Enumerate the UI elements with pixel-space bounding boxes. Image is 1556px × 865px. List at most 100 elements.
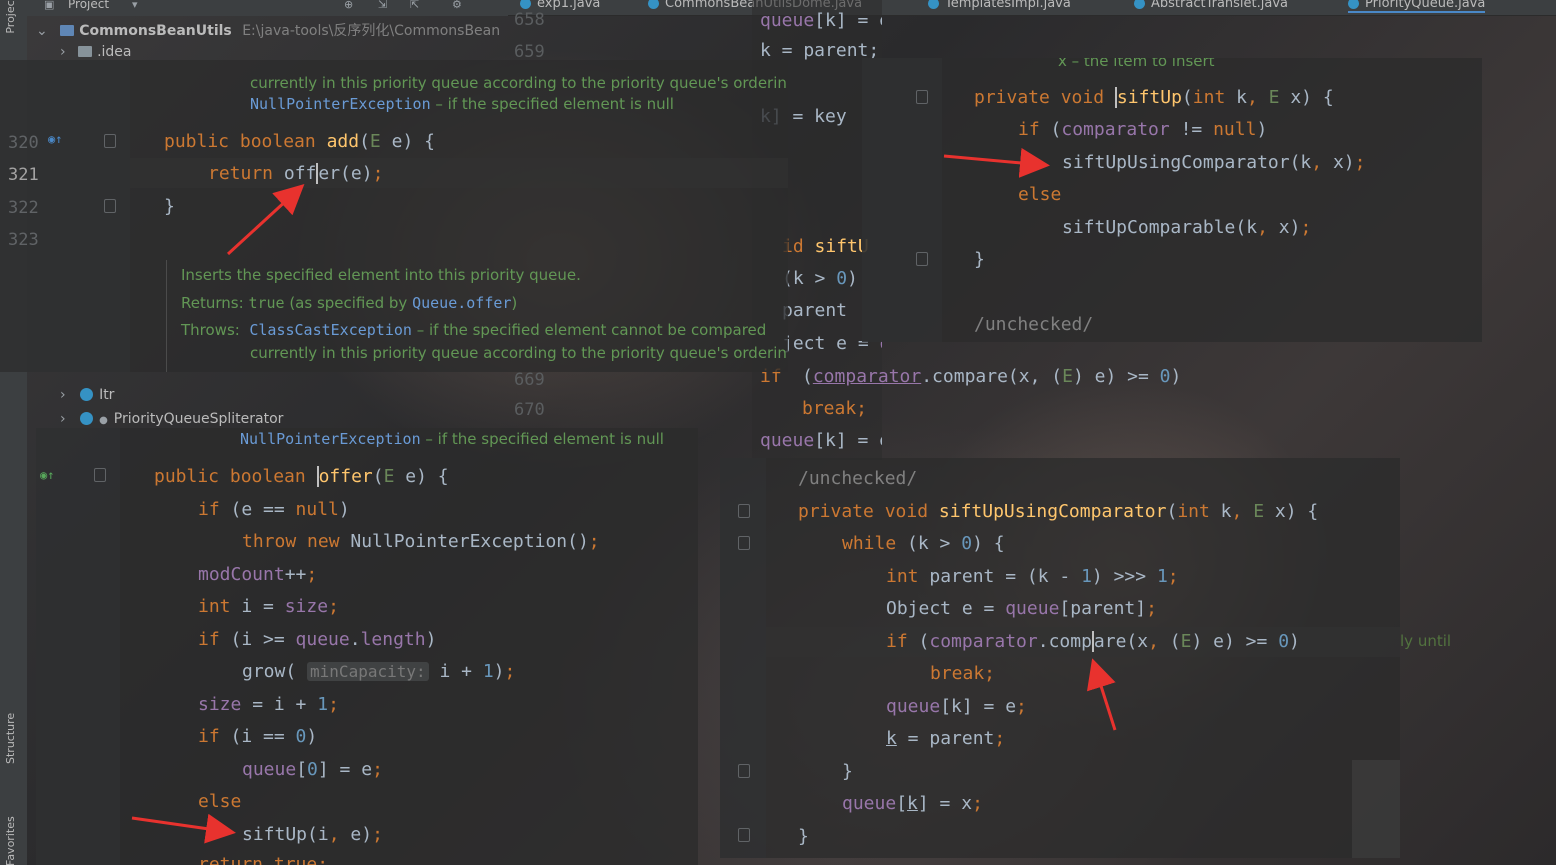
fold-icon[interactable]: [738, 504, 750, 518]
fold-icon[interactable]: [916, 90, 928, 104]
line-number: 669: [514, 370, 545, 390]
code-line: throw new NullPointerException();: [242, 531, 600, 552]
fold-icon[interactable]: [738, 764, 750, 778]
editor-gutter: [36, 428, 120, 865]
collapse-all-icon[interactable]: ⇱: [410, 0, 419, 11]
project-tool-label[interactable]: Project: [4, 0, 17, 34]
tree-row-itr[interactable]: › Itr: [60, 387, 114, 403]
chevron-down-icon[interactable]: ▾: [132, 0, 138, 11]
code-line: }: [842, 761, 853, 782]
module-folder-icon: [60, 25, 75, 36]
structure-tool-label[interactable]: Structure: [4, 702, 17, 764]
favorites-tool-label[interactable]: Favorites: [4, 806, 17, 865]
fold-icon[interactable]: [916, 252, 928, 266]
chevron-right-icon[interactable]: ›: [60, 411, 66, 427]
line-number: 323: [8, 230, 39, 250]
tab-templatesimpl[interactable]: TemplatesImpl.java: [928, 0, 1071, 11]
editor-panel-siftup[interactable]: x – the item to insert private void sift…: [862, 58, 1482, 342]
code-line: Object e = queue[parent];: [886, 598, 1157, 619]
tab-label: PriorityQueue.java: [1365, 0, 1486, 11]
class-icon: [648, 0, 659, 9]
code-line: (comparator.compare(x, (E) e) >= 0): [802, 366, 1182, 387]
chevron-down-icon[interactable]: ⌄: [36, 23, 48, 39]
fold-icon[interactable]: [738, 828, 750, 842]
root-name: CommonsBeanUtils: [79, 23, 232, 39]
code-line: parent: [782, 300, 848, 321]
tree-root-row[interactable]: ⌄ CommonsBeanUtils E:\java-tools\反序列化\Co…: [36, 20, 500, 40]
code-line: queue[k] = x;: [842, 793, 983, 814]
tab-abstracttranslet[interactable]: AbstractTranslet.java: [1134, 0, 1288, 11]
locate-icon[interactable]: ⊕: [344, 0, 353, 11]
javadoc-line: NullPointerException – if the specified …: [250, 95, 674, 113]
line-number: 322: [8, 198, 39, 218]
chevron-right-icon[interactable]: ›: [60, 44, 66, 60]
background-doc-text: ly until: [1400, 632, 1452, 650]
class-icon: [1134, 0, 1145, 9]
tree-item-label: PriorityQueueSpliterator: [113, 411, 284, 427]
code-line: }: [164, 196, 175, 217]
project-view-label[interactable]: Project: [68, 0, 109, 11]
code-line: siftUpUsingComparator(k, x);: [1062, 152, 1366, 173]
code-line: queue[k] = e;: [760, 10, 882, 31]
class-icon: [928, 0, 939, 9]
code-line: private void siftUp(int k, E x) {: [974, 87, 1334, 108]
code-line: private void siftUpUsingComparator(int k…: [798, 501, 1319, 522]
fold-icon[interactable]: [104, 199, 116, 213]
editor-gutter: [720, 458, 766, 858]
line-number: 659: [514, 42, 545, 62]
code-line: public boolean add(E e) {: [164, 131, 435, 152]
expand-all-icon[interactable]: ⇲: [378, 0, 387, 11]
code-line: queue[0] = e;: [242, 759, 383, 780]
editor-gutter: [862, 58, 942, 342]
tree-row-spliterator[interactable]: › ● PriorityQueueSpliterator: [60, 411, 283, 427]
scrollbar[interactable]: [1352, 760, 1400, 858]
parameter-hint: minCapacity:: [307, 662, 429, 681]
class-icon: [80, 388, 94, 401]
annotation-line: /unchecked/: [974, 314, 1094, 335]
tab-label: AbstractTranslet.java: [1151, 0, 1289, 11]
editor-panel-comparator[interactable]: /unchecked/ private void siftUpUsingComp…: [720, 458, 1400, 858]
code-line: if (comparator != null): [1018, 119, 1268, 140]
chevron-right-icon[interactable]: ›: [60, 387, 66, 403]
code-line: id siftU: [782, 236, 869, 257]
code-line: }: [974, 249, 985, 270]
code-line: int parent = (k - 1) >>> 1;: [886, 566, 1179, 587]
code-line: break;: [930, 663, 996, 684]
tab-priorityqueue[interactable]: PriorityQueue.java: [1348, 0, 1486, 13]
code-line: int i = size;: [198, 596, 339, 617]
code-line: return true;: [198, 854, 329, 865]
code-line: k = parent;: [886, 728, 1006, 749]
editor-panel-add[interactable]: currently in this priority queue accordi…: [0, 60, 788, 372]
code-line: public boolean offer(E e) {: [154, 466, 449, 487]
fold-icon[interactable]: [104, 134, 116, 148]
tree-row-idea[interactable]: › .idea: [60, 44, 131, 60]
javadoc-throws-cont: currently in this priority queue accordi…: [250, 344, 787, 362]
implements-icon[interactable]: ◉↑: [40, 468, 54, 482]
tab-label: TemplatesImpl.java: [945, 0, 1071, 11]
javadoc-line: currently in this priority queue accordi…: [250, 74, 787, 92]
override-icon[interactable]: ◉↑: [48, 132, 62, 146]
background-editor-strip: (comparator.compare(x, (E) e) >= 0): [752, 360, 1212, 460]
javadoc-throws: Throws: ClassCastException – if the spec…: [181, 321, 767, 339]
code-line: if (i == 0): [198, 726, 318, 747]
line-number: 658: [514, 10, 545, 30]
annotation-line: /unchecked/: [798, 468, 918, 489]
visibility-icon: ●: [99, 415, 108, 426]
code-line: if (e == null): [198, 499, 350, 520]
editor-panel-offer[interactable]: NullPointerException – if the specified …: [36, 428, 698, 865]
line-number: 321: [8, 165, 39, 185]
folder-icon: [78, 46, 93, 57]
line-number: 670: [514, 400, 545, 420]
gear-icon[interactable]: ⚙: [452, 0, 462, 11]
code-line: modCount++;: [198, 564, 318, 585]
code-line: else: [198, 791, 242, 812]
line-number: 320: [8, 133, 39, 153]
javadoc-summary: Inserts the specified element into this …: [181, 266, 581, 284]
class-icon: [80, 412, 94, 425]
code-line: while (k > 0) {: [842, 533, 1005, 554]
code-line: siftUpComparable(k, x);: [1062, 217, 1312, 238]
javadoc-line: NullPointerException – if the specified …: [240, 430, 664, 448]
fold-icon[interactable]: [738, 536, 750, 550]
project-toolbar: ▣ Project ▾ ⊕ ⇲ ⇱ ⚙: [0, 0, 508, 16]
fold-icon[interactable]: [94, 468, 106, 482]
